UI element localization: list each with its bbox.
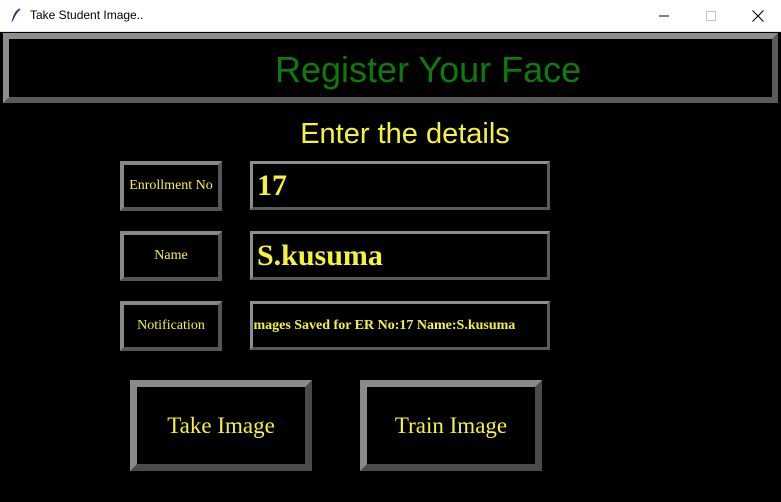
feather-icon: [8, 7, 24, 23]
page-title: Register Your Face: [275, 49, 582, 90]
notification-message: Images Saved for ER No:17 Name:S.kusuma: [250, 317, 516, 333]
maximize-button[interactable]: [688, 0, 734, 31]
notification-label: Notification: [120, 301, 222, 351]
close-icon: [752, 9, 764, 22]
enrollment-input[interactable]: 17: [250, 161, 550, 210]
enrollment-label: Enrollment No: [120, 161, 222, 211]
minimize-icon: [659, 15, 669, 16]
maximize-icon: [706, 10, 716, 21]
notification-field: Images Saved for ER No:17 Name:S.kusuma: [250, 301, 550, 350]
name-label: Name: [120, 231, 222, 281]
name-input[interactable]: S.kusuma: [250, 231, 550, 280]
window-title: Take Student Image..: [30, 8, 144, 22]
name-value: S.kusuma: [257, 238, 383, 272]
take-image-button[interactable]: Take Image: [130, 380, 312, 471]
minimize-button[interactable]: [641, 0, 687, 31]
header-banner: Register Your Face: [3, 33, 778, 103]
train-image-button[interactable]: Train Image: [360, 380, 542, 471]
section-subtitle: Enter the details: [300, 118, 510, 150]
enrollment-value: 17: [257, 168, 287, 202]
close-button[interactable]: [735, 0, 781, 31]
window-title-bar: Take Student Image..: [0, 0, 781, 32]
